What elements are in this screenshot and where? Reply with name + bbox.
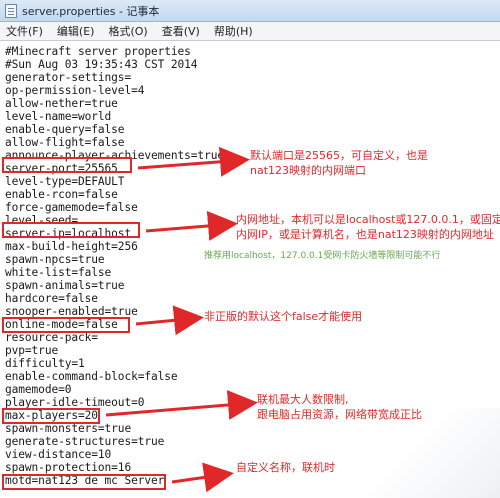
editor-line: op-permission-level=4 xyxy=(5,84,145,97)
editor-line: hardcore=false xyxy=(5,292,98,305)
editor-line: spawn-protection=16 xyxy=(5,461,132,474)
title-bar: server.properties - 记事本 xyxy=(0,0,500,22)
highlight-server-ip xyxy=(2,222,140,238)
editor-line: max-build-height=256 xyxy=(5,240,138,253)
note-players-line: 联机最大人数限制, xyxy=(257,393,349,406)
editor-line: generate-structures=true xyxy=(5,435,165,448)
editor-line: enable-command-block=false xyxy=(5,370,178,383)
highlight-server-port xyxy=(2,157,132,173)
note-ip-tip: 推荐用localhost，127.0.0.1受网卡防火墙等限制可能不行 xyxy=(204,251,441,261)
note-ip-line: 内网地址，本机可以是localhost或127.0.0.1，或固定 xyxy=(236,213,500,226)
editor-line: level-type=DEFAULT xyxy=(5,175,125,188)
menu-help[interactable]: 帮助(H) xyxy=(214,23,253,39)
menu-view[interactable]: 查看(V) xyxy=(162,23,200,39)
note-port: 默认端口是25565，可自定义，也是 nat123映射的内网端口 xyxy=(250,148,428,178)
editor-line: pvp=true xyxy=(5,344,59,357)
editor-line: difficulty=1 xyxy=(5,357,85,370)
editor-line: enable-rcon=false xyxy=(5,188,118,201)
note-online-mode: 非正版的默认这个false才能使用 xyxy=(204,310,363,323)
highlight-motd xyxy=(2,474,166,490)
note-motd: 自定义名称，联机时 xyxy=(236,461,335,474)
note-port-line: 默认端口是25565，可自定义，也是 xyxy=(250,149,428,162)
editor-line: allow-nether=true xyxy=(5,97,118,110)
editor-line: view-distance=10 xyxy=(5,448,112,461)
editor-line: allow-flight=false xyxy=(5,136,125,149)
editor-line: white-list=false xyxy=(5,266,112,279)
editor-line: enable-query=false xyxy=(5,123,125,136)
menu-file[interactable]: 文件(F) xyxy=(6,23,43,39)
notepad-icon xyxy=(5,4,17,18)
note-port-line: nat123映射的内网端口 xyxy=(250,164,367,177)
highlight-online-mode xyxy=(2,317,130,333)
menu-format[interactable]: 格式(O) xyxy=(108,23,147,39)
editor-line: #Minecraft server properties xyxy=(5,45,191,58)
note-ip: 内网地址，本机可以是localhost或127.0.0.1，或固定 内网IP，或… xyxy=(236,212,500,242)
menu-edit[interactable]: 编辑(E) xyxy=(57,23,95,39)
window-title: server.properties - 记事本 xyxy=(22,5,160,18)
highlight-max-players xyxy=(2,408,100,424)
editor-line: #Sun Aug 03 19:35:43 CST 2014 xyxy=(5,58,198,71)
editor-line: force-gamemode=false xyxy=(5,201,138,214)
editor-line: gamemode=0 xyxy=(5,383,72,396)
menu-bar: 文件(F) 编辑(E) 格式(O) 查看(V) 帮助(H) xyxy=(0,22,500,41)
note-ip-line: 内网IP，或是计算机名，也是nat123映射的内网地址 xyxy=(236,228,494,241)
watermark-fade xyxy=(360,408,500,498)
editor-line: level-name=world xyxy=(5,110,112,123)
editor-line: spawn-animals=true xyxy=(5,279,125,292)
editor-line: spawn-npcs=true xyxy=(5,253,105,266)
editor-line: generator-settings= xyxy=(5,71,132,84)
